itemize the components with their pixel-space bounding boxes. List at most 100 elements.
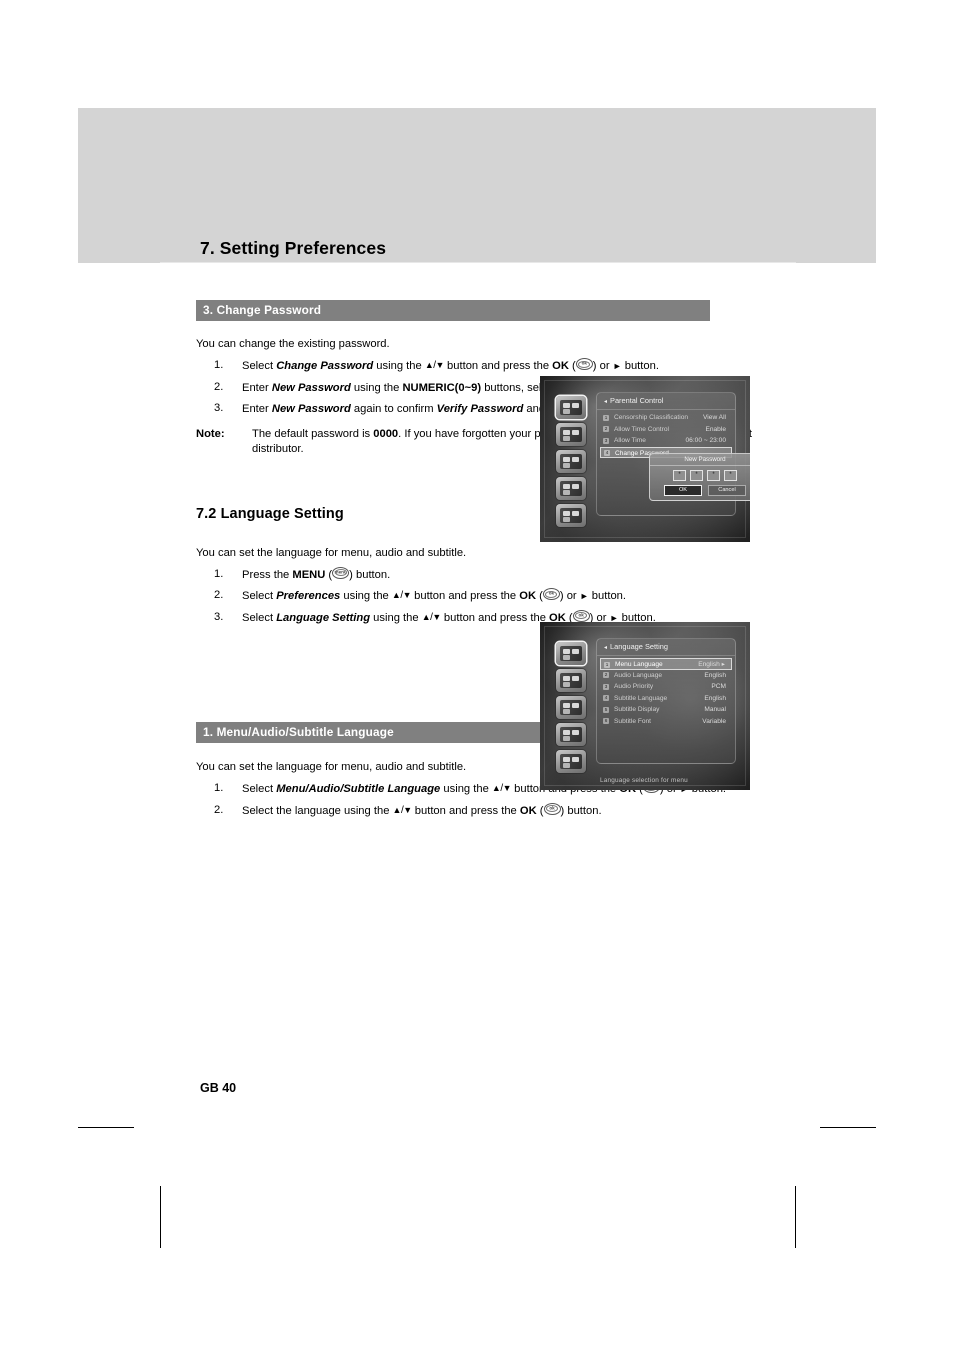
instruction-step: 1. Press the MENU (menu) button.	[196, 566, 756, 584]
tv-menu-row[interactable]: 2 Allow Time Control Enable	[600, 424, 732, 436]
tv-menu-row[interactable]: 4 Subtitle Language English	[600, 693, 732, 705]
text-run: ) or	[592, 360, 613, 372]
emphasis-bold-italic: Change Password	[276, 360, 374, 372]
tv-row-index: 4	[604, 450, 610, 456]
text-run: (	[536, 590, 543, 602]
tv-menu-row[interactable]: 1 Menu Language English ▸	[600, 658, 732, 670]
sidebar-icon-channel[interactable]	[556, 696, 586, 719]
new-password-digit-boxes: * * * *	[650, 470, 750, 481]
text-run: button and press the	[411, 804, 520, 817]
step-number: 2.	[214, 803, 224, 816]
text-run: (	[568, 360, 576, 372]
text-run: ) button.	[560, 804, 602, 817]
text-run: The default password is	[252, 427, 374, 440]
tv-panel-title-text: Language Setting	[610, 642, 668, 651]
change-password-intro: You can change the existing password.	[196, 338, 390, 350]
text-run: button and press the	[443, 360, 553, 372]
up-down-arrow-icon: ▲/▼	[491, 783, 512, 794]
sidebar-icon-channel[interactable]	[556, 450, 586, 473]
password-digit-box[interactable]: *	[707, 470, 720, 481]
tv-panel-parental: ◂ Parental Control 1 Censorship Classifica…	[596, 392, 750, 516]
step-number: 1.	[214, 782, 224, 794]
tv-row-label: Menu Language	[615, 661, 663, 668]
password-digit-box[interactable]: *	[724, 470, 737, 481]
sidebar-icon-preferences[interactable]	[556, 396, 586, 419]
tv-row-index: 2	[603, 426, 609, 432]
text-run: Select the language using the	[242, 804, 393, 817]
emphasis-bold-italic: New Password	[271, 381, 351, 394]
up-down-arrow-icon: ▲/▼	[391, 590, 412, 601]
tv-row-label: Censorship Classification	[614, 414, 689, 421]
sidebar-icon-system[interactable]	[556, 504, 586, 527]
tv-menu-row[interactable]: 6 Subtitle Font Variable	[600, 716, 732, 728]
tv-menu-row[interactable]: 3 Audio Priority PCM	[600, 681, 732, 693]
emphasis-bold-italic: Menu/Audio/Subtitle Language	[276, 783, 441, 795]
step-number: 3.	[214, 402, 224, 414]
tv-row-index: 1	[603, 414, 609, 421]
text-run: using the	[440, 783, 492, 795]
tv-row-index: 3	[603, 683, 609, 690]
section-bar-change-password: 3. Change Password	[196, 300, 710, 321]
sidebar-icon-preferences[interactable]	[556, 642, 586, 665]
text-run: button.	[588, 590, 627, 602]
ok-button-icon: ok	[542, 588, 560, 600]
sidebar-icon-installation[interactable]	[556, 423, 586, 446]
crop-mark-bottom-right-horizontal	[820, 1127, 876, 1128]
up-down-arrow-icon: ▲/▼	[392, 804, 413, 816]
tv-menu-row[interactable]: 3 Allow Time 06:00 ~ 23:00	[600, 435, 732, 447]
sidebar-icon-search[interactable]	[556, 723, 586, 746]
step-number: 3.	[214, 610, 224, 623]
emphasis-bold-italic: Preferences	[276, 590, 341, 602]
tv-menu-row[interactable]: 2 Audio Language English	[600, 670, 732, 682]
tv-row-value: Manual	[704, 706, 726, 713]
text-run: Enter	[242, 381, 272, 394]
up-down-arrow-icon: ▲/▼	[421, 611, 442, 623]
screenshot-language-setting: ◂ Language Setting 1 Menu Language English …	[540, 622, 750, 790]
tv-menu-row[interactable]: 5 Subtitle Display Manual	[600, 704, 732, 716]
emphasis-bold: NUMERIC(0~9)	[402, 381, 482, 394]
tv-row-value: View All	[703, 414, 726, 421]
password-digit-box[interactable]: *	[690, 470, 703, 481]
password-digit-box[interactable]: *	[673, 470, 686, 481]
step-number: 2.	[214, 589, 224, 601]
note-label: Note:	[196, 427, 225, 440]
tv-row-value: Enable	[705, 425, 726, 433]
tv-panel-language: ◂ Language Setting 1 Menu Language English …	[596, 638, 736, 764]
tv-row-index: 1	[604, 661, 610, 668]
tv-row-label: Audio Language	[614, 671, 663, 679]
menu-button-icon: menu	[332, 566, 350, 579]
emphasis-bold: OK	[552, 360, 569, 372]
text-run: Select	[242, 783, 277, 795]
dialog-cancel-button[interactable]: Cancel	[708, 485, 746, 496]
tv-menu-row[interactable]: 1 Censorship Classification View All	[600, 412, 732, 424]
emphasis-bold: 0000	[373, 427, 399, 440]
ok-button-icon: ok	[575, 358, 593, 370]
emphasis-bold: MENU	[292, 568, 326, 581]
emphasis-bold-italic: Verify Password	[436, 403, 524, 415]
sidebar-icon-search[interactable]	[556, 477, 586, 500]
crop-mark-bottom-right-vertical	[795, 1186, 796, 1248]
text-run: Select	[242, 360, 277, 372]
tv-row-label: Allow Time Control	[614, 425, 669, 433]
tv-row-value: English	[704, 694, 726, 702]
tv-row-value: 06:00 ~ 23:00	[685, 437, 726, 444]
back-arrow-icon[interactable]: ◂	[604, 399, 607, 405]
tv-row-label: Subtitle Language	[614, 694, 668, 702]
sidebar-icon-installation[interactable]	[556, 669, 586, 692]
dialog-ok-button[interactable]: OK	[664, 485, 702, 496]
text-run: Enter	[242, 403, 272, 415]
sidebar-icon-system[interactable]	[556, 750, 586, 773]
new-password-dialog-title: New Password	[650, 454, 750, 466]
emphasis-bold-italic: New Password	[271, 403, 351, 415]
back-arrow-icon[interactable]: ◂	[604, 645, 607, 651]
tv-row-index: 4	[603, 695, 609, 701]
step-number: 1.	[214, 567, 224, 580]
instruction-step: 1. Select Change Password using the ▲/▼ b…	[196, 358, 756, 375]
screenshot-parental-control: ◂ Parental Control 1 Censorship Classifica…	[540, 376, 750, 542]
text-run: again to confirm	[350, 403, 437, 415]
language-setting-intro: You can set the language for menu, audio…	[196, 546, 467, 559]
text-run: Press the	[242, 568, 293, 581]
text-run: using the	[340, 590, 392, 602]
tv-row-value: Variable	[702, 717, 726, 725]
text-run: Select	[242, 611, 277, 624]
